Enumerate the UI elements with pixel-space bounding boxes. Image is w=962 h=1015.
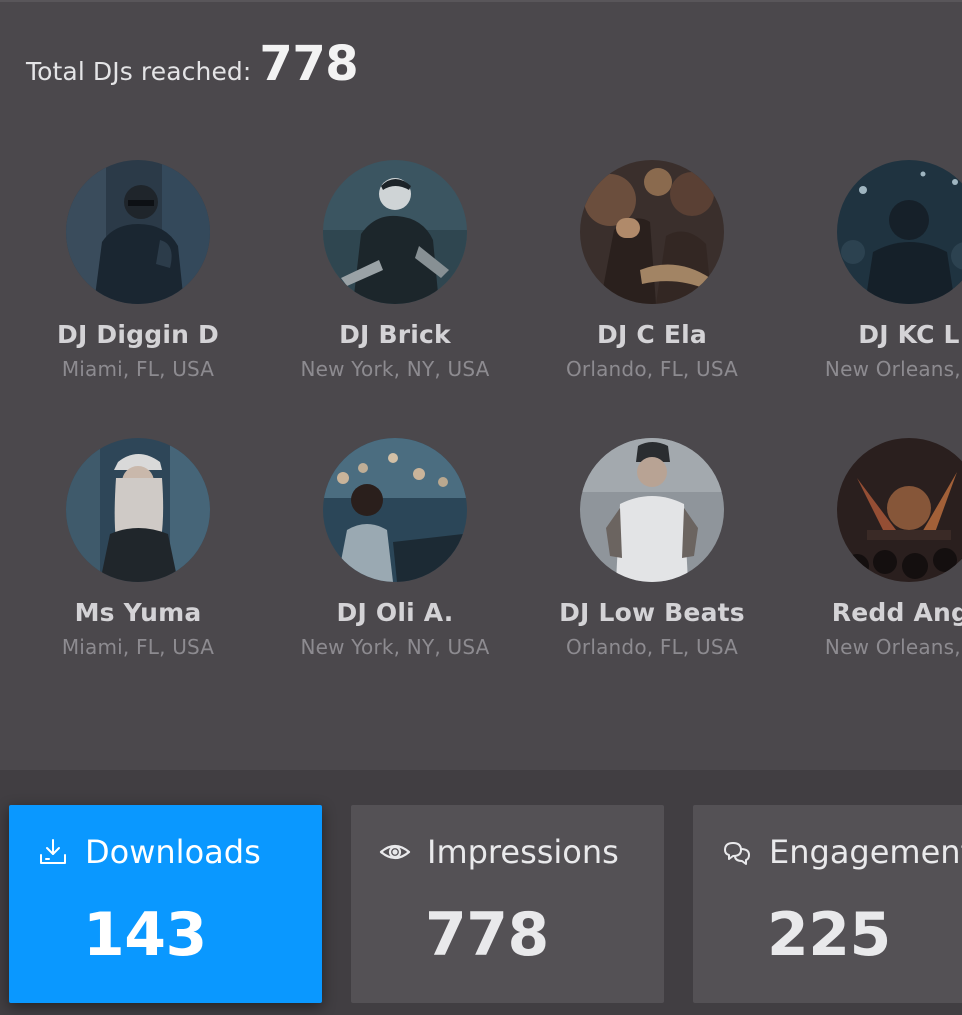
dj-name[interactable]: DJ Low Beats (522, 598, 782, 627)
dj-name[interactable]: DJ Diggin D (8, 320, 268, 349)
dj-avatar[interactable] (837, 438, 962, 582)
dj-avatar[interactable] (66, 438, 210, 582)
downloads-label: Downloads (85, 833, 261, 871)
dj-card[interactable]: DJ Low Beats Orlando, FL, USA (522, 438, 782, 659)
dj-location: New Orleans, LA (824, 357, 962, 381)
dj-name[interactable]: DJ Oli A. (265, 598, 525, 627)
dj-location: New York, NY, USA (300, 635, 490, 659)
downloads-header: Downloads (37, 833, 261, 871)
downloads-value: 143 (83, 900, 207, 970)
engagement-header: Engagement (721, 833, 962, 871)
engagement-card[interactable]: Engagement 225 (693, 805, 962, 1003)
dj-name[interactable]: Ms Yuma (8, 598, 268, 627)
dj-card[interactable]: DJ C Ela Orlando, FL, USA (522, 160, 782, 381)
dj-card[interactable]: Redd Ange New Orleans, LA (779, 438, 962, 659)
dj-avatar[interactable] (323, 160, 467, 304)
impressions-card[interactable]: Impressions 778 (351, 805, 664, 1003)
dj-card[interactable]: DJ Brick New York, NY, USA (265, 160, 525, 381)
dj-location: Orlando, FL, USA (565, 635, 739, 659)
total-djs-value: 778 (259, 36, 359, 92)
downloads-card[interactable]: Downloads 143 (9, 805, 322, 1003)
total-djs-reached: Total DJs reached: 778 (26, 36, 359, 92)
dj-name[interactable]: DJ KC L (779, 320, 962, 349)
dj-name[interactable]: Redd Ange (779, 598, 962, 627)
dj-card[interactable]: Ms Yuma Miami, FL, USA (8, 438, 268, 659)
djs-reached-panel: Total DJs reached: 778 DJ Diggin D Miami… (0, 0, 962, 770)
dj-card[interactable]: DJ Oli A. New York, NY, USA (265, 438, 525, 659)
dj-card[interactable]: DJ Diggin D Miami, FL, USA (8, 160, 268, 381)
dj-card[interactable]: DJ KC L New Orleans, LA (779, 160, 962, 381)
impressions-value: 778 (425, 900, 549, 970)
eye-icon (379, 836, 411, 868)
chat-bubbles-icon (721, 836, 753, 868)
dj-location: New Orleans, LA (824, 635, 962, 659)
engagement-label: Engagement (769, 833, 962, 871)
dj-avatar[interactable] (66, 160, 210, 304)
dj-avatar[interactable] (837, 160, 962, 304)
dj-name[interactable]: DJ C Ela (522, 320, 782, 349)
dj-avatar[interactable] (580, 160, 724, 304)
engagement-value: 225 (767, 900, 891, 970)
total-djs-label: Total DJs reached: (26, 57, 252, 86)
dj-location: Miami, FL, USA (61, 635, 215, 659)
impressions-header: Impressions (379, 833, 619, 871)
impressions-label: Impressions (427, 833, 619, 871)
dj-location: New York, NY, USA (300, 357, 490, 381)
dj-avatar[interactable] (323, 438, 467, 582)
dj-name[interactable]: DJ Brick (265, 320, 525, 349)
download-icon (37, 836, 69, 868)
dj-avatar[interactable] (580, 438, 724, 582)
dj-location: Miami, FL, USA (61, 357, 215, 381)
dj-location: Orlando, FL, USA (565, 357, 739, 381)
